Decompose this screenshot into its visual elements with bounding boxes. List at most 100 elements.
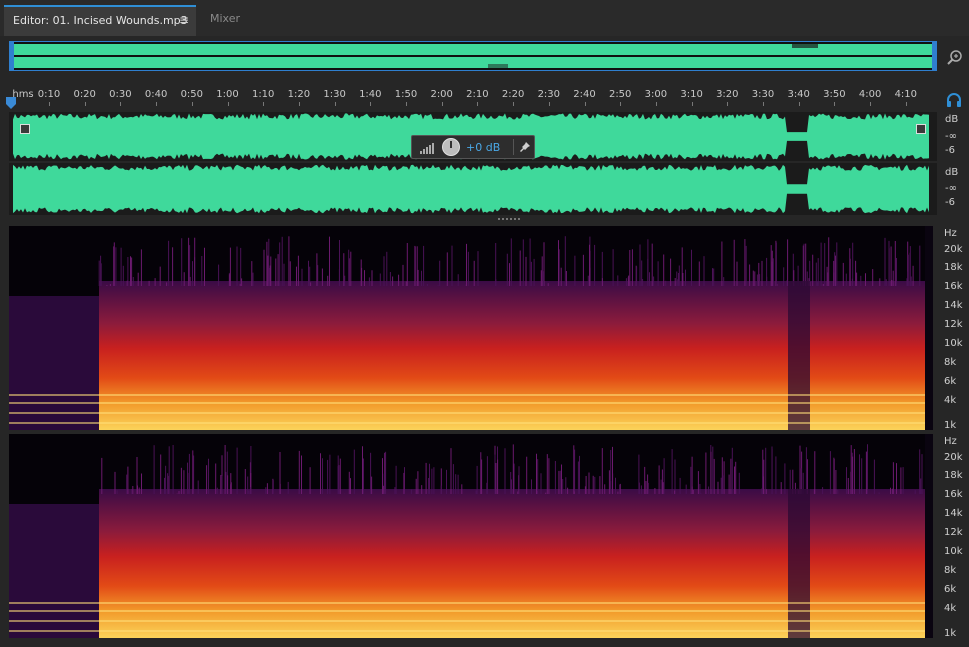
- timeline-tick-label: 2:00: [430, 89, 453, 100]
- tab-bar: Editor: 01. Incised Wounds.mp3 ≡ Mixer: [0, 0, 969, 36]
- spectrogram-harmonic-band: [9, 394, 925, 396]
- tab-editor[interactable]: Editor: 01. Incised Wounds.mp3 ≡: [4, 5, 196, 36]
- volume-knob[interactable]: [442, 138, 460, 156]
- timeline-tick-mark: [584, 102, 586, 106]
- db-label: -6: [945, 197, 955, 208]
- hud-divider: [513, 139, 514, 155]
- volume-value[interactable]: +0 dB: [466, 141, 500, 154]
- timeline-tick-mark: [441, 102, 443, 106]
- volume-hud[interactable]: +0 dB: [411, 135, 535, 159]
- hz-label: 16k: [944, 281, 963, 292]
- hz-label: 14k: [944, 300, 963, 311]
- hz-label: 12k: [944, 319, 963, 330]
- timeline-tick-label: 2:20: [501, 89, 525, 100]
- timeline-tick-mark: [513, 102, 515, 106]
- timeline-tick-mark: [620, 102, 622, 106]
- pin-icon[interactable]: [519, 141, 531, 153]
- spectrogram-right[interactable]: [9, 434, 933, 638]
- timeline-tick-mark: [691, 102, 693, 106]
- hz-label: 4k: [944, 395, 957, 406]
- timeline-tick-mark: [548, 102, 550, 106]
- hz-label: 20k: [944, 452, 963, 463]
- db-unit: dB: [945, 167, 959, 178]
- timeline-tick-mark: [298, 102, 300, 106]
- timeline-tick-mark: [120, 102, 122, 106]
- waveform-right: [13, 164, 929, 214]
- timeline-tick-mark: [477, 102, 479, 106]
- timeline-tick-label: 3:40: [787, 89, 810, 100]
- fade-out-handle[interactable]: [916, 124, 926, 134]
- timeline-tick-label: 0:50: [180, 89, 204, 100]
- hz-label: 6k: [944, 584, 957, 595]
- timeline-tick-mark: [263, 102, 265, 106]
- fade-in-handle[interactable]: [20, 124, 30, 134]
- playhead-icon[interactable]: [5, 96, 17, 110]
- spectrogram-dip: [788, 281, 810, 430]
- timeline-tick-label: 1:30: [323, 89, 346, 100]
- hz-label: 16k: [944, 489, 963, 500]
- timeline-tick-label: 3:20: [716, 89, 739, 100]
- spectrogram-end: [925, 434, 933, 638]
- timeline-tick-label: 2:40: [573, 89, 596, 100]
- headphones-icon[interactable]: [946, 92, 962, 108]
- timeline-tick-mark: [763, 102, 764, 106]
- timeline-tick-label: 2:30: [537, 89, 561, 100]
- timeline-tick-label: 0:40: [144, 89, 168, 100]
- hz-unit: Hz: [944, 436, 957, 447]
- hz-label: 10k: [944, 546, 963, 557]
- spectrogram-harmonic-band: [9, 602, 925, 604]
- timeline-tick-mark: [406, 102, 407, 106]
- timeline-tick-label: 3:30: [751, 89, 775, 100]
- spectrogram-harmonic-band: [9, 422, 925, 424]
- hz-label: 14k: [944, 508, 963, 519]
- timeline-tick-mark: [905, 102, 907, 106]
- hz-label: 8k: [944, 357, 957, 368]
- resize-grip-icon[interactable]: [498, 217, 522, 221]
- timeline-tick-mark: [156, 102, 158, 106]
- timeline-tick-label: 1:00: [216, 89, 239, 100]
- timeline-tick-label: 2:50: [608, 89, 632, 100]
- hz-label: 18k: [944, 470, 963, 481]
- hz-label: 1k: [944, 628, 957, 639]
- hz-label: 8k: [944, 565, 957, 576]
- hz-scale-left: Hz 20k 18k 16k 14k 12k 10k 8k 6k 4k 1k: [940, 226, 969, 431]
- timeline-tick-mark: [370, 102, 372, 106]
- timeline-tick-mark: [227, 102, 229, 106]
- db-scale-left: dB -∞ -6: [940, 112, 968, 161]
- timeline-tick-label: 1:20: [287, 89, 311, 100]
- db-unit: dB: [945, 114, 959, 125]
- timeline-tick-mark: [870, 102, 872, 106]
- timeline-tick-label: 1:10: [251, 89, 275, 100]
- tab-mixer[interactable]: Mixer: [198, 5, 266, 36]
- overview-waveform: [10, 42, 936, 70]
- spectrogram-harmonic-band: [9, 620, 925, 622]
- db-scale-right: dB -∞ -6: [940, 163, 968, 215]
- overview-navigator[interactable]: [9, 41, 937, 71]
- timeline-tick-label: 3:00: [644, 89, 668, 100]
- hz-label: 10k: [944, 338, 963, 349]
- spectrogram-harmonic-band: [9, 402, 925, 404]
- timeline-tick-mark: [655, 102, 657, 106]
- timeline-tick-mark: [727, 102, 729, 106]
- spectrogram-harmonic-band: [9, 610, 925, 612]
- timeline-tick-label: 1:50: [394, 89, 418, 100]
- timeline-tick-label: 0:30: [109, 89, 132, 100]
- spectrogram-left[interactable]: [9, 226, 933, 430]
- timeline-tick-mark: [834, 102, 836, 106]
- timeline-tick-mark: [49, 102, 50, 106]
- waveform-channel-right[interactable]: [9, 163, 937, 215]
- timeline-tick-mark: [334, 102, 336, 106]
- panel-menu-icon[interactable]: ≡: [179, 13, 189, 27]
- zoom-icon[interactable]: [945, 47, 965, 67]
- timeline-tick-label: 0:10: [37, 89, 61, 100]
- timeline-tick-label: 3:10: [680, 89, 703, 100]
- hz-label: 4k: [944, 603, 957, 614]
- timeline-tick-label: 2:10: [466, 89, 489, 100]
- timeline-ruler[interactable]: hms 0:10 0:20 0:30 0:40 0:50 1:00 1:10 1:20 1:30…: [9, 86, 937, 106]
- db-label: -∞: [945, 131, 957, 142]
- timeline-tick-label: 4:00: [858, 89, 882, 100]
- hz-label: 1k: [944, 420, 957, 431]
- spectrogram-intro-band: [9, 504, 99, 638]
- timeline-tick-label: 0:20: [73, 89, 96, 100]
- hz-label: 20k: [944, 244, 963, 255]
